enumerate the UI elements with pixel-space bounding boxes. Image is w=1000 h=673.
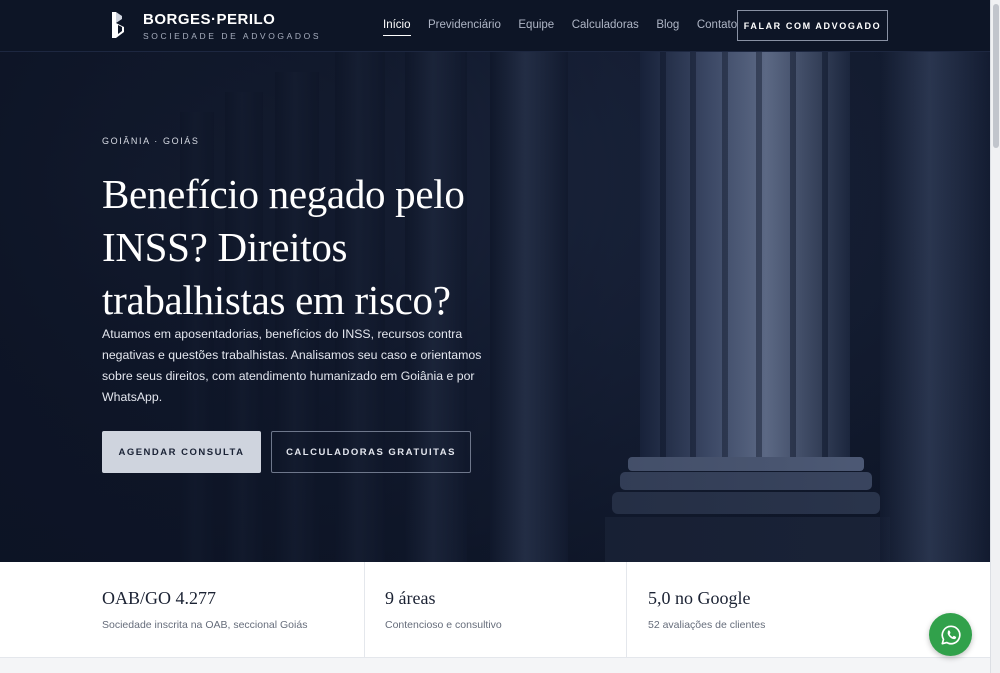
hero-section: GOIÂNIA · GOIÁS Benefício negado pelo IN…	[0, 52, 990, 562]
stat-label: Contencioso e consultivo	[385, 619, 502, 631]
free-calculators-button[interactable]: CALCULADORAS GRATUITAS	[271, 431, 471, 473]
whatsapp-icon	[940, 624, 961, 645]
nav-item-previdenciario[interactable]: Previdenciário	[428, 18, 501, 36]
scrollbar-thumb[interactable]	[993, 4, 999, 148]
nav-item-equipe[interactable]: Equipe	[518, 18, 554, 36]
stat-divider	[626, 562, 627, 658]
location-eyebrow: GOIÂNIA · GOIÁS	[102, 136, 200, 146]
stat-label: Sociedade inscrita na OAB, seccional Goi…	[102, 619, 308, 631]
nav-item-calculadoras[interactable]: Calculadoras	[572, 18, 639, 36]
stats-bar: OAB/GO 4.277 Sociedade inscrita na OAB, …	[0, 562, 990, 658]
brand-logo[interactable]: BORGES·PERILO SOCIEDADE DE ADVOGADOS	[143, 11, 321, 42]
whatsapp-button[interactable]	[929, 613, 972, 656]
stat-label: 52 avaliações de clientes	[648, 619, 766, 631]
page-scrollbar[interactable]	[990, 0, 1000, 673]
nav-item-inicio[interactable]: Início	[383, 18, 411, 36]
stat-divider	[364, 562, 365, 658]
brand-name: BORGES·PERILO	[143, 11, 276, 28]
stat-value: OAB/GO 4.277	[102, 588, 217, 608]
nav-item-contato[interactable]: Contato	[697, 18, 737, 36]
schedule-consultation-button[interactable]: AGENDAR CONSULTA	[102, 431, 261, 473]
brand-subtitle: SOCIEDADE DE ADVOGADOS	[143, 31, 322, 41]
site-header: BORGES·PERILO SOCIEDADE DE ADVOGADOS Iní…	[0, 0, 990, 52]
brand-monogram-icon[interactable]	[110, 11, 126, 39]
stat-value: 5,0 no Google	[648, 588, 751, 608]
nav-item-blog[interactable]: Blog	[656, 18, 679, 36]
main-nav: Início Previdenciário Equipe Calculadora…	[383, 18, 755, 36]
hero-headline: Benefício negado pelo INSS? Direitos tra…	[102, 171, 465, 323]
stat-value: 9 áreas	[385, 588, 436, 608]
hero-lead-text: Atuamos em aposentadorias, benefícios do…	[102, 327, 482, 404]
talk-to-lawyer-button[interactable]: FALAR COM ADVOGADO	[737, 10, 888, 41]
